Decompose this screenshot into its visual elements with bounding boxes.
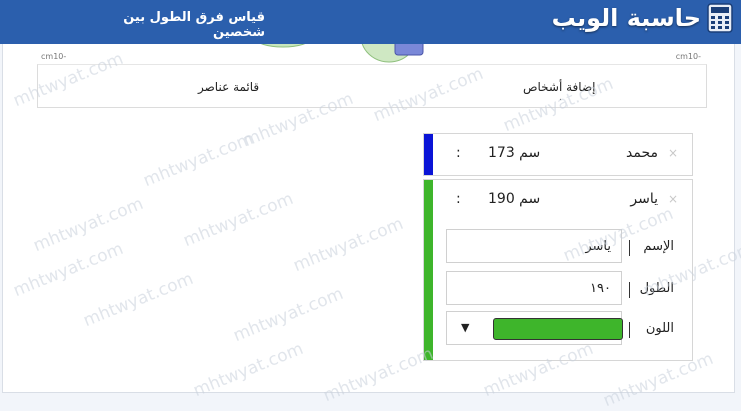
calculator-card: cm10- cm10- إضافة أشخاص ٠ قائمة عناصر × …: [2, 44, 735, 393]
person-card-expanded[interactable]: × ياسر 190 سم : الإسم الطول اللون ▼: [423, 179, 693, 361]
height-chart: cm10- cm10-: [37, 44, 705, 64]
figure-shape-green-1: [260, 44, 306, 48]
site-logo[interactable]: حاسبة الويب: [552, 3, 733, 33]
height-field-row: الطول: [446, 271, 674, 307]
height-input[interactable]: [446, 271, 622, 305]
person-height: 190 سم: [488, 191, 541, 207]
person-color-bar: [424, 180, 433, 360]
color-swatch: [493, 318, 623, 340]
calculator-icon: [707, 3, 733, 33]
person-colon: :: [456, 145, 461, 161]
tab-bar: إضافة أشخاص ٠ قائمة عناصر: [37, 64, 707, 108]
page-title: قياس فرق الطول بين شخصين: [123, 10, 265, 40]
name-field-row: الإسم: [446, 229, 674, 265]
person-color-bar: [424, 134, 433, 175]
person-card[interactable]: × محمد 173 سم :: [423, 133, 693, 176]
person-height: 173 سم: [488, 145, 541, 161]
person-colon: :: [456, 191, 461, 207]
chevron-down-icon[interactable]: ▼: [461, 321, 469, 334]
axis-label-right: cm10-: [675, 52, 701, 61]
site-name: حاسبة الويب: [551, 4, 701, 32]
height-label: الطول: [626, 281, 674, 298]
name-input[interactable]: [446, 229, 622, 263]
tab-add-people[interactable]: إضافة أشخاص: [523, 80, 595, 94]
person-name: محمد: [626, 145, 658, 161]
color-label: اللون: [626, 321, 674, 338]
header-bar: حاسبة الويب قياس فرق الطول بين شخصين: [0, 0, 741, 44]
color-select[interactable]: ▼: [446, 311, 623, 345]
chart-figures: [260, 44, 424, 63]
person-name: ياسر: [630, 191, 658, 207]
name-label: الإسم: [626, 239, 674, 256]
tab-add-people-dot: ٠: [558, 95, 563, 105]
axis-label-left: cm10-: [41, 52, 67, 61]
tab-items-list[interactable]: قائمة عناصر: [198, 80, 259, 94]
figure-shape-blue: [394, 44, 424, 56]
close-icon[interactable]: ×: [668, 192, 678, 206]
close-icon[interactable]: ×: [668, 146, 678, 160]
color-field-row: اللون ▼: [446, 311, 674, 347]
